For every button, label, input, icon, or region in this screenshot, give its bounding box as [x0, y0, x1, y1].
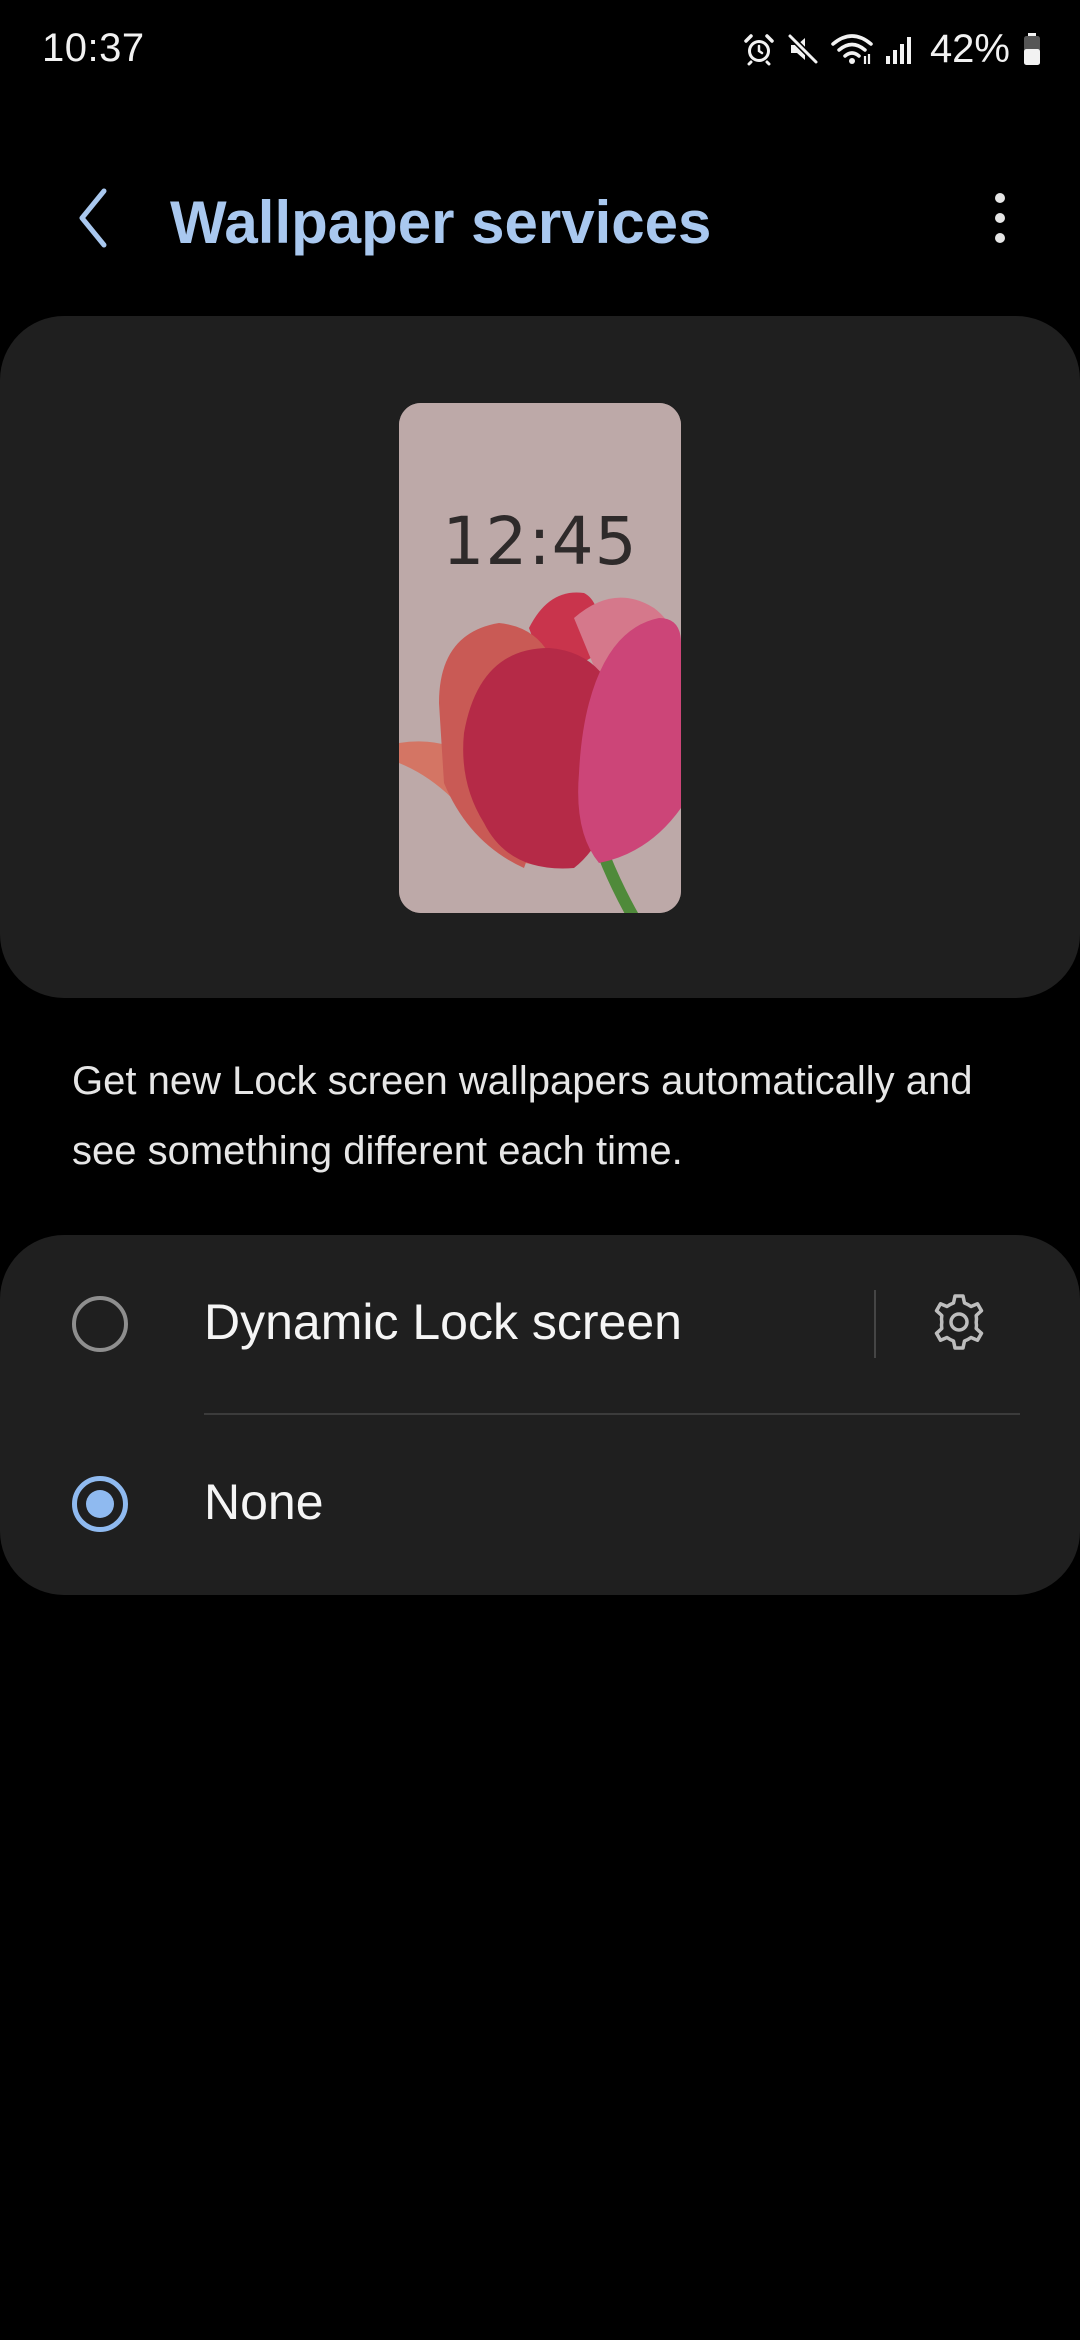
gear-icon	[929, 1292, 989, 1357]
divider	[874, 1290, 876, 1358]
tulip-wallpaper-image	[399, 403, 681, 913]
option-dynamic-lock-screen[interactable]: Dynamic Lock screen	[0, 1235, 1080, 1413]
radio-dynamic-lock-screen[interactable]	[72, 1296, 128, 1352]
description-text: Get new Lock screen wallpapers automatic…	[72, 1059, 973, 1173]
more-options-icon	[993, 192, 1007, 249]
lock-screen-preview-card: 12:45	[0, 316, 1080, 998]
wallpaper-service-options: Dynamic Lock screen None	[0, 1235, 1080, 1595]
option-none[interactable]: None	[0, 1415, 1080, 1593]
preview-clock: 12:45	[442, 503, 638, 580]
signal-icon	[884, 32, 916, 66]
dynamic-lock-screen-settings-button[interactable]	[920, 1285, 998, 1363]
option-label: None	[204, 1474, 324, 1530]
mute-icon	[786, 32, 820, 66]
back-button[interactable]	[56, 182, 132, 258]
page-title: Wallpaper services	[170, 189, 712, 256]
status-bar: 10:37 42%	[0, 0, 1080, 100]
radio-selected-dot	[86, 1490, 114, 1518]
lock-screen-preview: 12:45	[399, 403, 681, 913]
more-options-button[interactable]	[962, 182, 1038, 258]
back-arrow-icon	[74, 187, 114, 254]
wifi-icon	[830, 32, 874, 66]
app-header: Wallpaper services	[0, 160, 1080, 280]
alarm-icon	[742, 32, 776, 66]
status-icons: 42%	[742, 24, 1042, 74]
status-time: 10:37	[42, 26, 145, 70]
battery-percent: 42%	[929, 26, 1010, 71]
radio-none[interactable]	[72, 1476, 128, 1532]
option-label: Dynamic Lock screen	[204, 1294, 682, 1350]
battery-icon	[1022, 32, 1042, 66]
